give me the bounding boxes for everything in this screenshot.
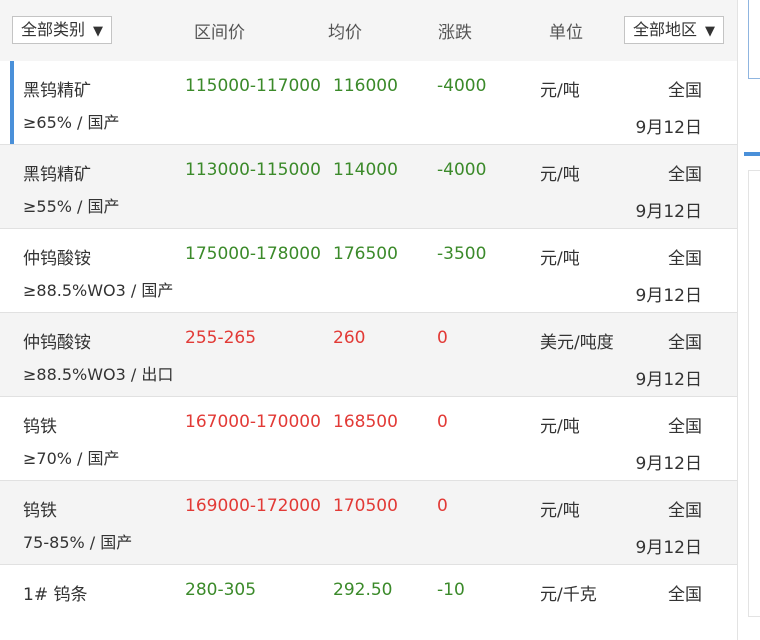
table-row[interactable]: 仲钨酸铵 ≥88.5%WO3 / 国产 175000-178000 176500… xyxy=(0,229,737,313)
chevron-down-icon: ▼ xyxy=(93,24,104,39)
price-unit: 元/吨 xyxy=(540,501,580,521)
price-change: -3500 xyxy=(437,244,487,264)
product-name: 钨铁 xyxy=(23,417,57,437)
price-change: 0 xyxy=(437,412,448,432)
price-range: 255-265 xyxy=(185,328,257,348)
product-name: 黑钨精矿 xyxy=(23,165,91,185)
column-header-unit: 单位 xyxy=(549,23,583,43)
column-header-change: 涨跌 xyxy=(438,23,472,43)
table-row[interactable]: 黑钨精矿 ≥55% / 国产 113000-115000 114000 -400… xyxy=(0,145,737,229)
average-price: 116000 xyxy=(333,76,398,96)
table-row[interactable]: 钨铁 ≥70% / 国产 167000-170000 168500 0 元/吨 … xyxy=(0,397,737,481)
price-region: 全国 xyxy=(668,501,702,521)
average-price: 114000 xyxy=(333,160,398,180)
region-select-label: 全部地区 xyxy=(633,20,698,39)
price-date: 9月12日 xyxy=(635,202,702,222)
price-range: 175000-178000 xyxy=(185,244,321,264)
average-price: 176500 xyxy=(333,244,398,264)
price-date: 9月12日 xyxy=(635,286,702,306)
product-spec: ≥88.5%WO3 / 出口 xyxy=(23,365,174,384)
column-header-range: 区间价 xyxy=(194,23,245,43)
product-name: 仲钨酸铵 xyxy=(23,249,91,269)
average-price: 170500 xyxy=(333,496,398,516)
average-price: 260 xyxy=(333,328,366,348)
table-header: 全部类别 ▼ 区间价 均价 涨跌 单位 全部地区 ▼ xyxy=(0,0,737,62)
average-price: 168500 xyxy=(333,412,398,432)
side-tab-indicator xyxy=(744,152,760,156)
selected-row-indicator xyxy=(10,61,14,144)
price-change: 0 xyxy=(437,328,448,348)
price-region: 全国 xyxy=(668,585,702,605)
price-change: -4000 xyxy=(437,160,487,180)
price-table: 全部类别 ▼ 区间价 均价 涨跌 单位 全部地区 ▼ 黑钨精矿 ≥65% / 国产 … xyxy=(0,0,738,640)
price-unit: 元/吨 xyxy=(540,165,580,185)
price-unit: 元/吨 xyxy=(540,417,580,437)
price-region: 全国 xyxy=(668,249,702,269)
table-row[interactable]: 1# 钨条 280-305 292.50 -10 元/千克 全国 xyxy=(0,565,737,640)
price-date: 9月12日 xyxy=(635,454,702,474)
table-row[interactable]: 仲钨酸铵 ≥88.5%WO3 / 出口 255-265 260 0 美元/吨度 … xyxy=(0,313,737,397)
product-spec: ≥70% / 国产 xyxy=(23,449,120,468)
price-date: 9月12日 xyxy=(635,118,702,138)
price-date: 9月12日 xyxy=(635,370,702,390)
category-select[interactable]: 全部类别 ▼ xyxy=(12,16,113,44)
side-panel-fragment xyxy=(748,0,760,79)
price-change: -4000 xyxy=(437,76,487,96)
price-range: 280-305 xyxy=(185,580,257,600)
price-range: 113000-115000 xyxy=(185,160,321,180)
product-spec: ≥55% / 国产 xyxy=(23,197,120,216)
product-name: 黑钨精矿 xyxy=(23,81,91,101)
price-unit: 美元/吨度 xyxy=(540,333,614,353)
product-name: 1# 钨条 xyxy=(23,585,88,605)
column-header-avg: 均价 xyxy=(328,23,362,43)
region-select[interactable]: 全部地区 ▼ xyxy=(624,16,725,44)
price-range: 115000-117000 xyxy=(185,76,321,96)
price-region: 全国 xyxy=(668,165,702,185)
chevron-down-icon: ▼ xyxy=(705,24,716,39)
price-range: 167000-170000 xyxy=(185,412,321,432)
table-row[interactable]: 钨铁 75-85% / 国产 169000-172000 170500 0 元/… xyxy=(0,481,737,565)
average-price: 292.50 xyxy=(333,580,393,600)
price-unit: 元/千克 xyxy=(540,585,597,605)
product-name: 钨铁 xyxy=(23,501,57,521)
price-range: 169000-172000 xyxy=(185,496,321,516)
price-date: 9月12日 xyxy=(635,538,702,558)
product-spec: 75-85% / 国产 xyxy=(23,533,133,552)
price-unit: 元/吨 xyxy=(540,249,580,269)
product-spec: ≥88.5%WO3 / 国产 xyxy=(23,281,174,300)
price-unit: 元/吨 xyxy=(540,81,580,101)
side-panel-fragment xyxy=(748,170,760,617)
category-select-label: 全部类别 xyxy=(21,20,86,39)
table-row[interactable]: 黑钨精矿 ≥65% / 国产 115000-117000 116000 -400… xyxy=(0,61,737,145)
price-change: 0 xyxy=(437,496,448,516)
price-region: 全国 xyxy=(668,417,702,437)
price-region: 全国 xyxy=(668,333,702,353)
price-region: 全国 xyxy=(668,81,702,101)
price-change: -10 xyxy=(437,580,465,600)
product-spec: ≥65% / 国产 xyxy=(23,113,120,132)
product-name: 仲钨酸铵 xyxy=(23,333,91,353)
